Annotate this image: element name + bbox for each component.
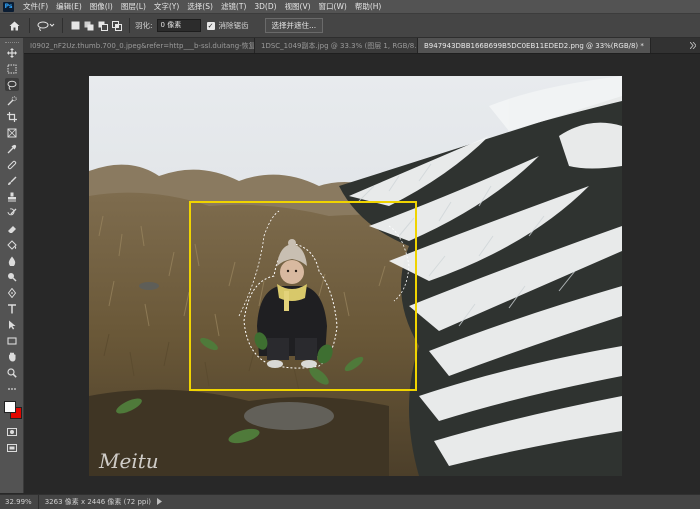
tools-panel bbox=[0, 38, 24, 493]
antialias-label: 消除锯齿 bbox=[218, 21, 249, 30]
selection-rectangle[interactable] bbox=[189, 201, 417, 391]
chevron-right-icon[interactable] bbox=[157, 497, 163, 507]
menu-select[interactable]: 选择(S) bbox=[183, 1, 217, 12]
lasso-preset-icon[interactable] bbox=[35, 21, 57, 31]
menu-help[interactable]: 帮助(H) bbox=[351, 1, 386, 12]
pen-icon[interactable] bbox=[5, 286, 19, 299]
canvas-area[interactable]: Meitu bbox=[24, 54, 700, 493]
menu-edit[interactable]: 编辑(E) bbox=[52, 1, 86, 12]
frame-icon[interactable] bbox=[5, 126, 19, 139]
feather-input[interactable]: 0 像素 bbox=[156, 19, 201, 32]
new-selection-icon[interactable] bbox=[68, 21, 82, 30]
separator bbox=[129, 18, 130, 33]
intersect-selection-icon[interactable] bbox=[110, 20, 124, 31]
document-info[interactable]: 3263 像素 x 2446 像素 (72 ppi) bbox=[39, 497, 151, 507]
home-icon[interactable] bbox=[4, 21, 24, 31]
menu-bar: Ps 文件(F) 编辑(E) 图像(I) 图层(L) 文字(Y) 选择(S) 滤… bbox=[0, 0, 700, 14]
menu-type[interactable]: 文字(Y) bbox=[150, 1, 183, 12]
paint-bucket-icon[interactable] bbox=[5, 238, 19, 251]
close-icon[interactable]: × bbox=[649, 42, 650, 50]
feather-label: 羽化: bbox=[135, 21, 153, 30]
tab-overflow[interactable] bbox=[686, 38, 700, 53]
tab-document-3[interactable]: B947943DBB166B699B5DC0EB11EDED2.png @ 33… bbox=[418, 38, 651, 53]
shape-icon[interactable] bbox=[5, 334, 19, 347]
lasso-icon[interactable] bbox=[4, 78, 19, 91]
select-and-mask-button[interactable]: 选择并遮住... bbox=[264, 18, 324, 33]
type-icon[interactable] bbox=[5, 302, 19, 315]
separator bbox=[29, 18, 30, 33]
menu-filter[interactable]: 滤镜(T) bbox=[217, 1, 250, 12]
color-swatches[interactable] bbox=[3, 401, 22, 419]
document-tabs: I0902_nF2Uz.thumb.700_0.jpeg&refer=http_… bbox=[24, 38, 700, 54]
antialias-checkbox[interactable]: ✓ bbox=[206, 21, 215, 30]
tab-label: B947943DBB166B699B5DC0EB11EDED2.png @ 33… bbox=[424, 41, 644, 50]
more-icon[interactable] bbox=[5, 382, 19, 395]
tab-label: I0902_nF2Uz.thumb.700_0.jpeg&refer=http_… bbox=[30, 41, 255, 50]
tab-document-1[interactable]: I0902_nF2Uz.thumb.700_0.jpeg&refer=http_… bbox=[24, 38, 255, 53]
brush-icon[interactable] bbox=[5, 174, 19, 187]
separator bbox=[62, 18, 63, 33]
menu-3d[interactable]: 3D(D) bbox=[250, 2, 280, 11]
hand-icon[interactable] bbox=[5, 350, 19, 363]
watermark-text: Meitu bbox=[98, 449, 159, 473]
history-brush-icon[interactable] bbox=[5, 206, 19, 219]
tab-document-2[interactable]: 1DSC_1049副本.jpg @ 33.3% (图层 1, RGB/8... … bbox=[255, 38, 418, 53]
status-bar: 32.99% 3263 像素 x 2446 像素 (72 ppi) bbox=[0, 494, 700, 509]
blur-icon[interactable] bbox=[5, 254, 19, 267]
menu-file[interactable]: 文件(F) bbox=[19, 1, 52, 12]
eyedropper-icon[interactable] bbox=[5, 142, 19, 155]
foreground-color-swatch[interactable] bbox=[3, 401, 16, 413]
quick-select-icon[interactable] bbox=[5, 94, 19, 107]
chevron-right-icon bbox=[690, 42, 696, 49]
menu-view[interactable]: 视图(V) bbox=[281, 1, 315, 12]
healing-icon[interactable] bbox=[5, 158, 19, 171]
menu-image[interactable]: 图像(I) bbox=[86, 1, 117, 12]
screen-mode-icon[interactable] bbox=[5, 441, 19, 454]
zoom-icon[interactable] bbox=[5, 366, 19, 379]
menu-layer[interactable]: 图层(L) bbox=[117, 1, 150, 12]
stamp-icon[interactable] bbox=[5, 190, 19, 203]
dodge-icon[interactable] bbox=[5, 270, 19, 283]
crop-icon[interactable] bbox=[5, 110, 19, 123]
options-bar: 羽化: 0 像素 ✓ 消除锯齿 选择并遮住... bbox=[0, 14, 700, 38]
subtract-from-selection-icon[interactable] bbox=[96, 21, 110, 31]
menu-window[interactable]: 窗口(W) bbox=[315, 1, 351, 12]
eraser-icon[interactable] bbox=[5, 222, 19, 235]
path-select-icon[interactable] bbox=[5, 318, 19, 331]
photoshop-logo: Ps bbox=[3, 1, 14, 12]
move-icon[interactable] bbox=[5, 46, 19, 59]
panel-grip[interactable] bbox=[4, 38, 19, 43]
zoom-level[interactable]: 32.99% bbox=[0, 495, 39, 509]
quick-mask-icon[interactable] bbox=[5, 425, 19, 438]
add-to-selection-icon[interactable] bbox=[82, 21, 96, 31]
marquee-icon[interactable] bbox=[5, 62, 19, 75]
tab-label: 1DSC_1049副本.jpg @ 33.3% (图层 1, RGB/8... bbox=[261, 41, 418, 50]
